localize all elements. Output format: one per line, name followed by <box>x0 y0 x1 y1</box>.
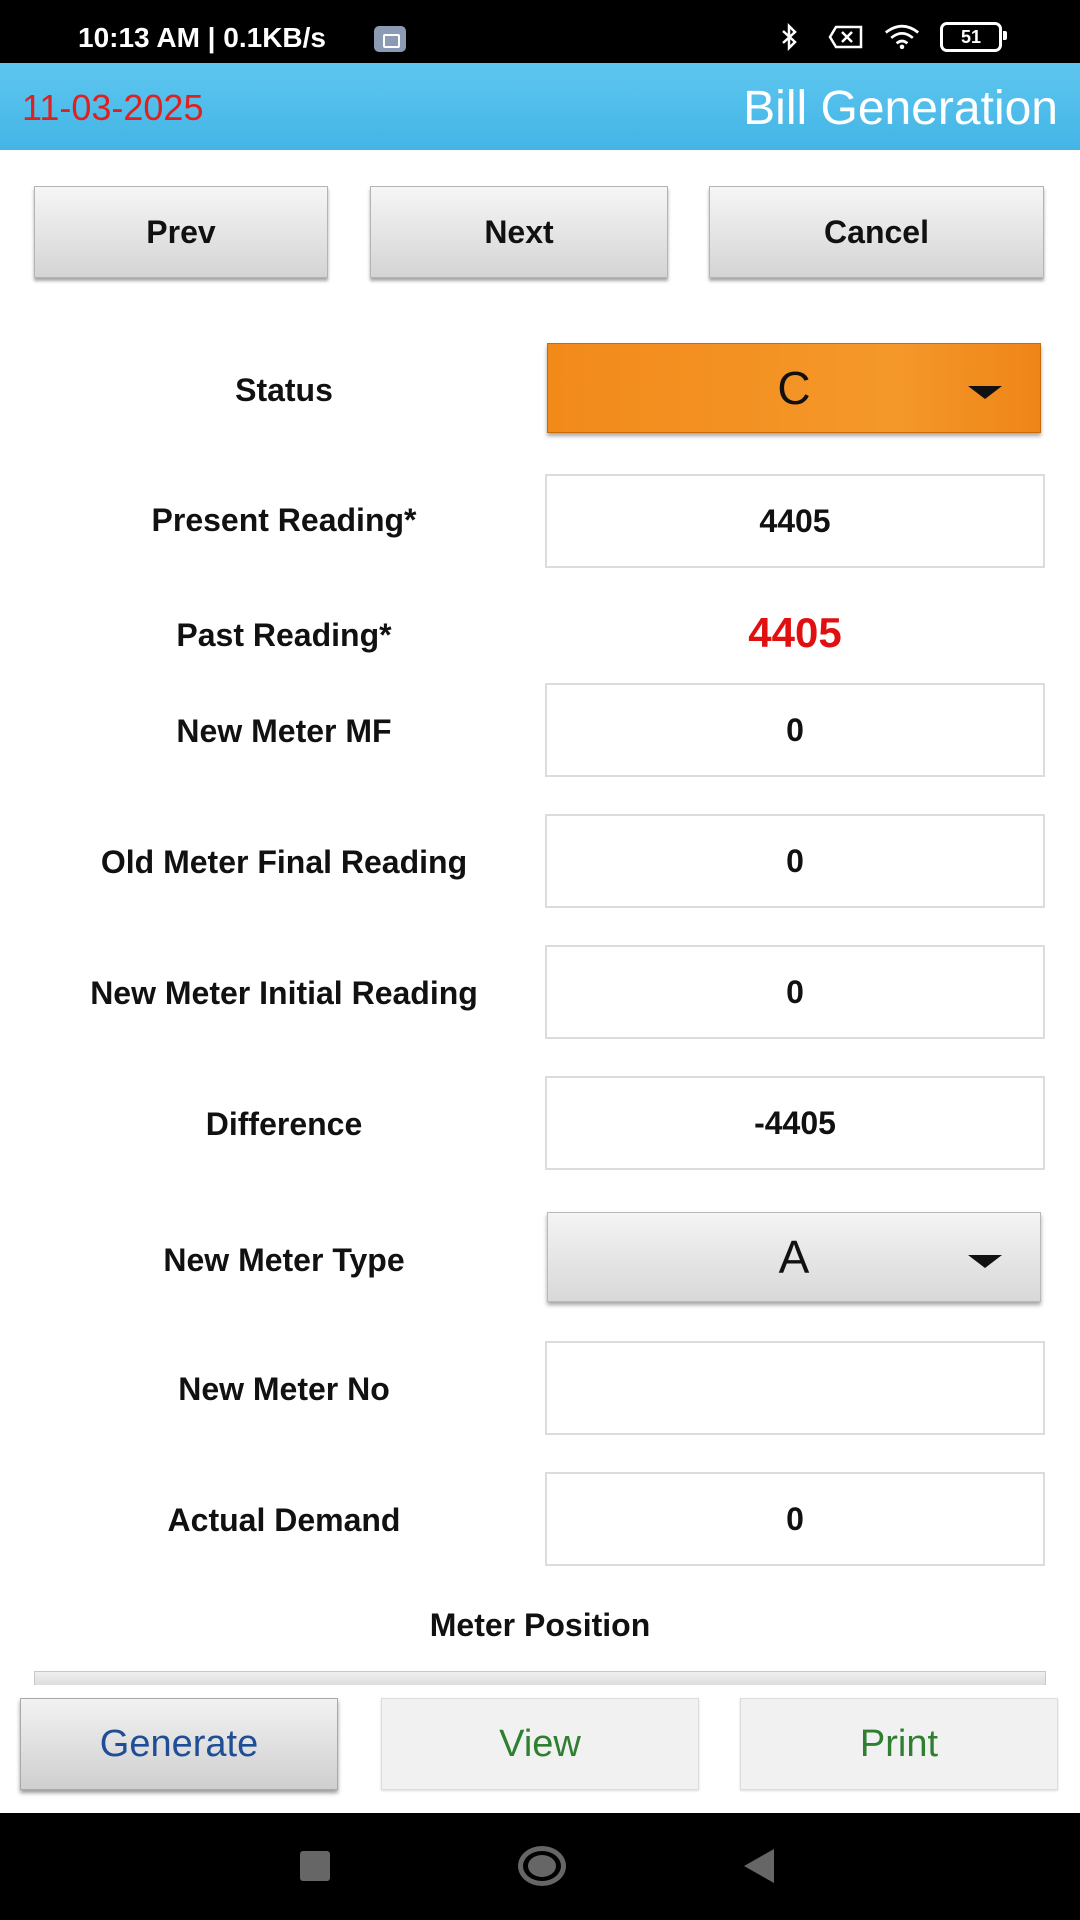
image-notification-icon <box>374 26 406 52</box>
new-meter-no-input[interactable] <box>545 1341 1045 1435</box>
action-bar: Generate View Print <box>0 1685 1080 1813</box>
difference-input[interactable]: -4405 <box>545 1076 1045 1170</box>
prev-button[interactable]: Prev <box>34 186 328 278</box>
present-reading-input[interactable]: 4405 <box>545 474 1045 568</box>
header-date: 11-03-2025 <box>22 87 204 128</box>
meter-position-label: Meter Position <box>429 1607 651 1643</box>
new-meter-mf-label: New Meter MF <box>176 713 392 749</box>
present-reading-label: Present Reading* <box>151 502 417 538</box>
next-button[interactable]: Next <box>370 186 668 278</box>
sim-off-icon <box>828 24 864 50</box>
old-meter-final-reading-label: Old Meter Final Reading <box>100 844 468 880</box>
system-nav-bar <box>0 1813 1080 1920</box>
status-bar: 10:13 AM | 0.1KB/s 51 <box>0 0 1080 63</box>
app-header: 11-03-2025 Bill Generation <box>0 63 1080 150</box>
battery-icon: 51 <box>940 22 1007 52</box>
view-button[interactable]: View <box>381 1698 699 1790</box>
status-icons: 51 <box>772 22 1007 52</box>
old-meter-final-reading-input[interactable]: 0 <box>545 814 1045 908</box>
status-dropdown[interactable]: C <box>547 343 1041 433</box>
new-meter-type-dropdown[interactable]: A <box>547 1212 1041 1302</box>
print-button[interactable]: Print <box>740 1698 1058 1790</box>
back-icon[interactable] <box>744 1849 774 1883</box>
past-reading-label: Past Reading* <box>176 617 392 653</box>
new-meter-mf-input[interactable]: 0 <box>545 683 1045 777</box>
meter-position-dropdown[interactable] <box>34 1671 1046 1686</box>
chevron-down-icon <box>968 1255 1002 1268</box>
status-time: 10:13 AM | 0.1KB/s <box>78 22 327 53</box>
new-meter-type-label: New Meter Type <box>163 1242 405 1278</box>
recents-icon[interactable] <box>300 1851 330 1881</box>
bluetooth-icon <box>772 23 808 51</box>
new-meter-no-label: New Meter No <box>178 1371 390 1407</box>
past-reading-value: 4405 <box>748 609 842 656</box>
difference-label: Difference <box>205 1106 363 1142</box>
wifi-icon <box>884 24 920 50</box>
home-icon[interactable] <box>518 1846 566 1886</box>
generate-button[interactable]: Generate <box>20 1698 338 1790</box>
actual-demand-input[interactable]: 0 <box>545 1472 1045 1566</box>
chevron-down-icon <box>968 386 1002 399</box>
status-value: C <box>777 362 811 414</box>
new-meter-type-value: A <box>778 1231 810 1283</box>
new-meter-initial-reading-input[interactable]: 0 <box>545 945 1045 1039</box>
new-meter-initial-reading-label: New Meter Initial Reading <box>90 975 478 1011</box>
actual-demand-label: Actual Demand <box>167 1502 401 1538</box>
page-title: Bill Generation <box>743 82 1058 135</box>
status-label: Status <box>235 372 333 408</box>
cancel-button[interactable]: Cancel <box>709 186 1044 278</box>
